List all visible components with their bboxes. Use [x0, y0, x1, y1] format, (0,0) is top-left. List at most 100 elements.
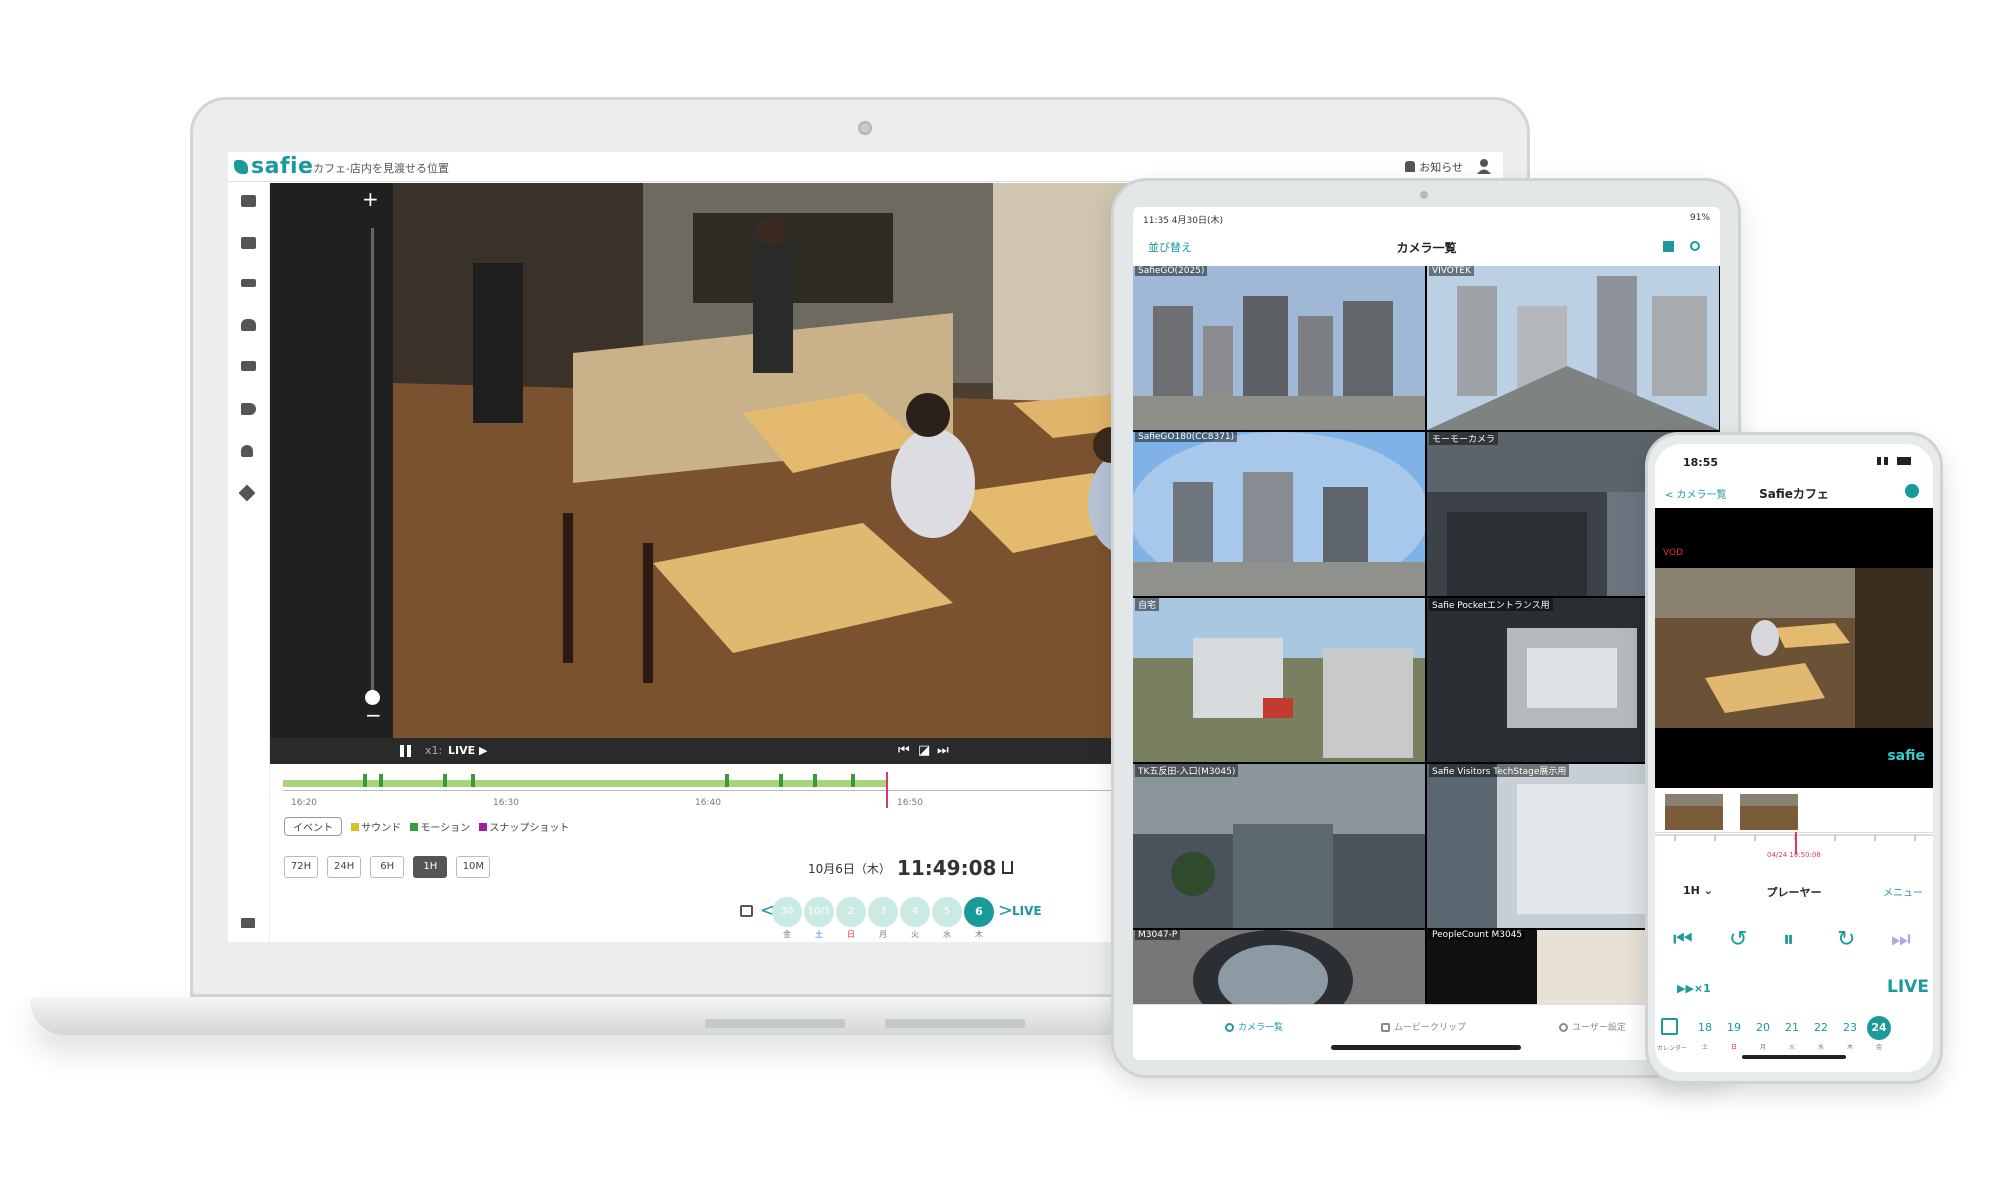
- forward-15-icon[interactable]: ↻: [1837, 928, 1855, 952]
- skip-next-icon[interactable]: ⏭: [1891, 928, 1911, 952]
- camera-tile[interactable]: VIVOTEK: [1427, 266, 1719, 430]
- legend-snapshot[interactable]: スナップショット: [489, 823, 569, 834]
- person-icon[interactable]: [241, 445, 253, 457]
- motion-event-marker[interactable]: [725, 774, 729, 787]
- camera-tile[interactable]: M3047-P: [1133, 930, 1425, 1004]
- current-time: 11:49:08: [896, 856, 997, 880]
- zoom-out-button[interactable]: −: [365, 703, 382, 727]
- search-icon[interactable]: [1690, 241, 1700, 251]
- motion-event-marker[interactable]: [363, 774, 367, 787]
- pause-icon[interactable]: [400, 745, 411, 757]
- mail-icon[interactable]: [241, 918, 255, 928]
- camera-tile[interactable]: SafieGO180(CC8371): [1133, 432, 1425, 596]
- wrench-icon[interactable]: [238, 484, 256, 502]
- date-item[interactable]: 20: [1751, 1016, 1775, 1040]
- range-6h-button[interactable]: 6H: [370, 856, 405, 878]
- cloud-download-icon[interactable]: [241, 319, 256, 331]
- playback-speed-button[interactable]: ▶▶×1: [1677, 982, 1711, 995]
- skip-previous-icon[interactable]: ⏮: [1673, 928, 1693, 952]
- camera-name: Safie Visitors TechStage展示用: [1429, 764, 1570, 777]
- date-item-selected[interactable]: 24: [1867, 1016, 1891, 1040]
- weekday-label: 土: [815, 930, 823, 939]
- current-datetime: 10月6日（木） 11:49:08: [808, 856, 1014, 880]
- event-filter-button[interactable]: イベント: [284, 817, 342, 836]
- grid-view-icon[interactable]: [1663, 241, 1674, 252]
- date-item[interactable]: 18: [1693, 1016, 1717, 1040]
- date-item-selected[interactable]: 6: [964, 897, 994, 927]
- range-72h-button[interactable]: 72H: [284, 856, 318, 878]
- date-item[interactable]: 19: [1722, 1016, 1746, 1040]
- user-icon[interactable]: [1477, 158, 1491, 174]
- date-item[interactable]: 4: [900, 897, 930, 927]
- range-24h-button[interactable]: 24H: [327, 856, 362, 878]
- zoom-slider-track[interactable]: [371, 228, 374, 698]
- motion-event-marker[interactable]: [851, 774, 855, 787]
- camera-name: M3047-P: [1135, 930, 1181, 940]
- date-item[interactable]: 23: [1838, 1016, 1862, 1040]
- safie-logo[interactable]: safie: [234, 154, 313, 179]
- motion-event-marker[interactable]: [443, 774, 447, 787]
- timeline-playhead[interactable]: [886, 772, 888, 808]
- megaphone-icon[interactable]: [241, 403, 256, 415]
- zoom-column: + −: [270, 183, 392, 738]
- tab-movie-clip[interactable]: ムービークリップ: [1381, 1020, 1466, 1033]
- camera-icon[interactable]: [241, 195, 256, 207]
- legend-motion[interactable]: モーション: [420, 823, 470, 834]
- motion-event-marker[interactable]: [813, 774, 817, 787]
- weekday-label: 月: [879, 930, 887, 939]
- date-item[interactable]: 5: [932, 897, 962, 927]
- range-10m-button[interactable]: 10M: [456, 856, 491, 878]
- phone-video-frame: [1655, 508, 1933, 788]
- clip-thumbnail-strip[interactable]: [1655, 792, 1933, 834]
- zoom-in-button[interactable]: +: [362, 187, 379, 211]
- date-item[interactable]: 2: [836, 897, 866, 927]
- phone-video[interactable]: VOD safie: [1655, 508, 1933, 788]
- rewind-15-icon[interactable]: ↺: [1729, 928, 1747, 952]
- live-indicator[interactable]: LIVE ▶: [448, 744, 487, 757]
- range-1h-button[interactable]: 1H: [413, 856, 448, 878]
- motion-swatch: [410, 823, 419, 831]
- weekday-label: 金: [783, 930, 791, 939]
- share-icon[interactable]: [1002, 861, 1014, 874]
- date-item[interactable]: 30: [772, 897, 802, 927]
- date-item[interactable]: 3: [868, 897, 898, 927]
- motion-event-marker[interactable]: [779, 774, 783, 787]
- current-date: 10月6日（木）: [808, 862, 891, 876]
- camera-grid: SafieGO(2025) VIVOTEK SafieGO180(CC8371)…: [1133, 266, 1720, 1004]
- list-check-icon[interactable]: [241, 361, 256, 371]
- motion-event-marker[interactable]: [379, 774, 383, 787]
- weekday-label: 金: [1875, 1044, 1882, 1051]
- camera-name: PeopleCount M3045: [1429, 930, 1526, 940]
- gear-icon[interactable]: [1905, 484, 1919, 498]
- motion-event-marker[interactable]: [471, 774, 475, 787]
- pause-icon[interactable]: ⏸: [1783, 928, 1794, 952]
- storage-icon[interactable]: [241, 279, 256, 287]
- next-dates-button[interactable]: >: [998, 900, 1013, 921]
- camera-name: TK五反田-入口(M3045): [1135, 764, 1239, 777]
- tab-user-settings[interactable]: ユーザー設定: [1559, 1020, 1626, 1033]
- playback-speed[interactable]: x1:: [425, 744, 442, 757]
- date-item[interactable]: 21: [1780, 1016, 1804, 1040]
- live-button[interactable]: LIVE: [1887, 977, 1929, 997]
- notice-button[interactable]: お知らせ: [1405, 159, 1463, 175]
- recorder-icon[interactable]: [241, 237, 256, 249]
- camera-tile[interactable]: TK五反田-入口(M3045): [1133, 764, 1425, 928]
- calendar-icon[interactable]: [740, 905, 753, 917]
- date-item[interactable]: 22: [1809, 1016, 1833, 1040]
- tab-camera-list[interactable]: カメラ一覧: [1225, 1020, 1283, 1033]
- signal-battery-icon: [1877, 457, 1911, 465]
- skip-forward-icon[interactable]: ⏭: [937, 744, 949, 758]
- laptop-vent: [885, 1019, 1025, 1028]
- camera-tile[interactable]: 自宅: [1133, 598, 1425, 762]
- camera-tile[interactable]: SafieGO(2025): [1133, 266, 1425, 430]
- legend-sound[interactable]: サウンド: [361, 823, 401, 834]
- phone-playback-controls: ⏮ ↺ ⏸ ↻ ⏭: [1655, 924, 1933, 964]
- timeline-recorded-bar[interactable]: [283, 780, 888, 787]
- menu-button[interactable]: メニュー: [1883, 884, 1923, 899]
- snapshot-icon[interactable]: ◪: [918, 744, 930, 758]
- skip-back-icon[interactable]: ⏮: [898, 744, 910, 758]
- jump-to-live-button[interactable]: LIVE: [1012, 904, 1042, 918]
- calendar-icon[interactable]: [1661, 1018, 1678, 1035]
- sort-button[interactable]: 並び替え: [1148, 239, 1192, 255]
- date-item[interactable]: 10/1: [804, 897, 834, 927]
